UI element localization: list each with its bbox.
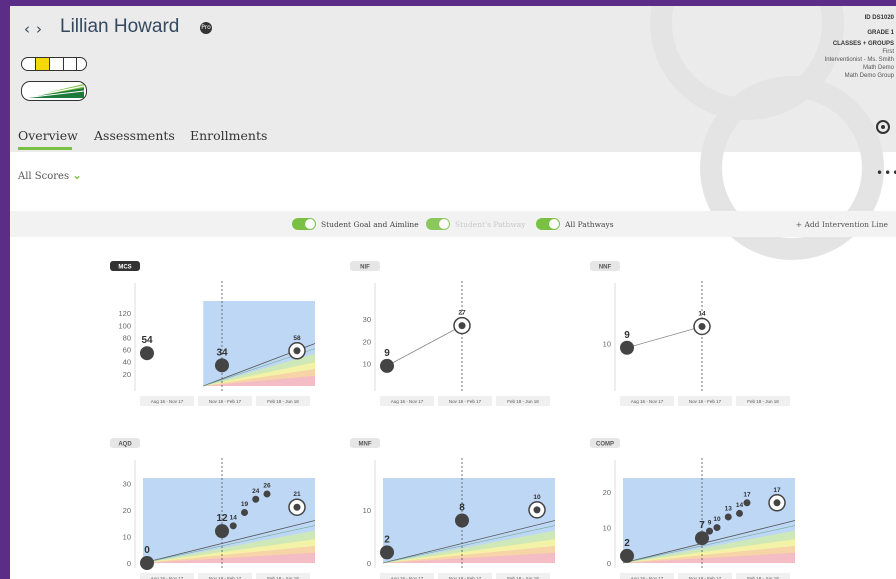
goal-point-center (293, 347, 301, 355)
score-point (724, 513, 732, 521)
period-label: Feb 18 - Jun 18 (267, 399, 299, 404)
score-label: 19 (241, 501, 249, 508)
score-point (736, 509, 743, 517)
y-tick-label: 10 (123, 532, 131, 541)
goal-point-center (458, 322, 466, 330)
y-tick-label: 20 (123, 370, 131, 379)
y-tick-label: 0 (127, 559, 131, 568)
chart-title: AQD (118, 442, 132, 448)
y-tick-label: 40 (123, 358, 131, 367)
score-point (380, 358, 394, 373)
y-tick-label: 0 (607, 559, 611, 568)
score-point (241, 509, 248, 517)
y-tick-label: 30 (363, 315, 371, 324)
goal-point-center (293, 503, 301, 511)
score-point (215, 358, 229, 373)
score-label: 54 (141, 335, 153, 346)
score-label: 8 (459, 503, 465, 514)
score-point (455, 513, 469, 528)
y-tick-label: 20 (123, 506, 131, 515)
score-point (140, 346, 154, 361)
score-point (713, 524, 721, 532)
y-tick-label: 100 (118, 321, 131, 330)
chart-title: COMP (596, 442, 614, 448)
y-tick-label: 10 (363, 360, 371, 369)
progress-line (626, 326, 703, 349)
goal-label: 14 (698, 311, 706, 318)
score-point (140, 556, 154, 570)
y-tick-label: 120 (118, 309, 131, 318)
period-label: Feb 18 - Jun 18 (507, 399, 539, 404)
score-label: 14 (736, 502, 744, 509)
score-label: 26 (263, 482, 271, 489)
score-label: 7 (699, 520, 705, 531)
score-label: 0 (144, 545, 150, 556)
score-label: 2 (624, 538, 630, 549)
period-label: Aug 16 - Nov 17 (391, 399, 424, 404)
y-tick-label: 10 (603, 340, 611, 349)
score-point (263, 490, 271, 498)
y-tick-label: 60 (123, 346, 131, 355)
y-tick-label: 20 (603, 488, 611, 497)
goal-label: 10 (533, 494, 541, 501)
score-point (620, 340, 634, 355)
score-label: 12 (216, 513, 228, 524)
score-label: 10 (713, 516, 721, 523)
score-label: 9 (624, 330, 630, 341)
score-label: 2 (384, 534, 390, 545)
chart-title: MNF (359, 442, 372, 448)
score-label: 34 (216, 347, 228, 358)
score-label: 13 (725, 505, 733, 512)
goal-point-center (533, 506, 541, 514)
score-label: 9 (384, 348, 390, 359)
period-label: Aug 16 - Nov 17 (631, 399, 664, 404)
score-point (743, 499, 751, 507)
period-label: Aug 16 - Nov 17 (151, 399, 184, 404)
charts-area: MCS20406080100120543458Aug 16 - Nov 17 No… (110, 261, 796, 579)
y-tick-label: 20 (363, 337, 371, 346)
period-label: Nov 18 - Feb 17 (449, 399, 482, 404)
score-point (229, 522, 237, 530)
goal-label: 17 (773, 487, 781, 494)
period-label: Nov 18 - Feb 17 (209, 399, 242, 404)
score-point (706, 527, 713, 535)
y-tick-label: 0 (367, 559, 371, 568)
chart-title: MCS (118, 265, 131, 271)
goal-label: 21 (293, 491, 301, 498)
score-point (215, 524, 229, 539)
period-label: Feb 18 - Jun 18 (747, 399, 779, 404)
app-frame: ‹› Lillian Howard Pro ID DS1020 GRADE 1 … (0, 0, 896, 579)
progress-line (386, 325, 463, 367)
y-tick-label: 80 (123, 333, 131, 342)
score-label: 9 (708, 520, 712, 527)
goal-label: 58 (293, 335, 301, 342)
score-label: 17 (743, 491, 751, 498)
goal-point-center (773, 499, 781, 507)
period-label: Nov 18 - Feb 17 (689, 399, 722, 404)
y-tick-label: 10 (603, 524, 611, 533)
y-tick-label: 30 (123, 479, 131, 488)
score-point (380, 545, 394, 560)
chart-title: NIF (360, 265, 370, 271)
chart-title: NNF (599, 265, 612, 271)
score-point (252, 495, 260, 503)
score-point (620, 548, 634, 563)
goal-label: 27 (458, 310, 466, 317)
goal-point-center (698, 323, 706, 330)
y-tick-label: 10 (363, 506, 371, 515)
score-label: 24 (252, 488, 260, 495)
score-label: 14 (230, 514, 238, 521)
